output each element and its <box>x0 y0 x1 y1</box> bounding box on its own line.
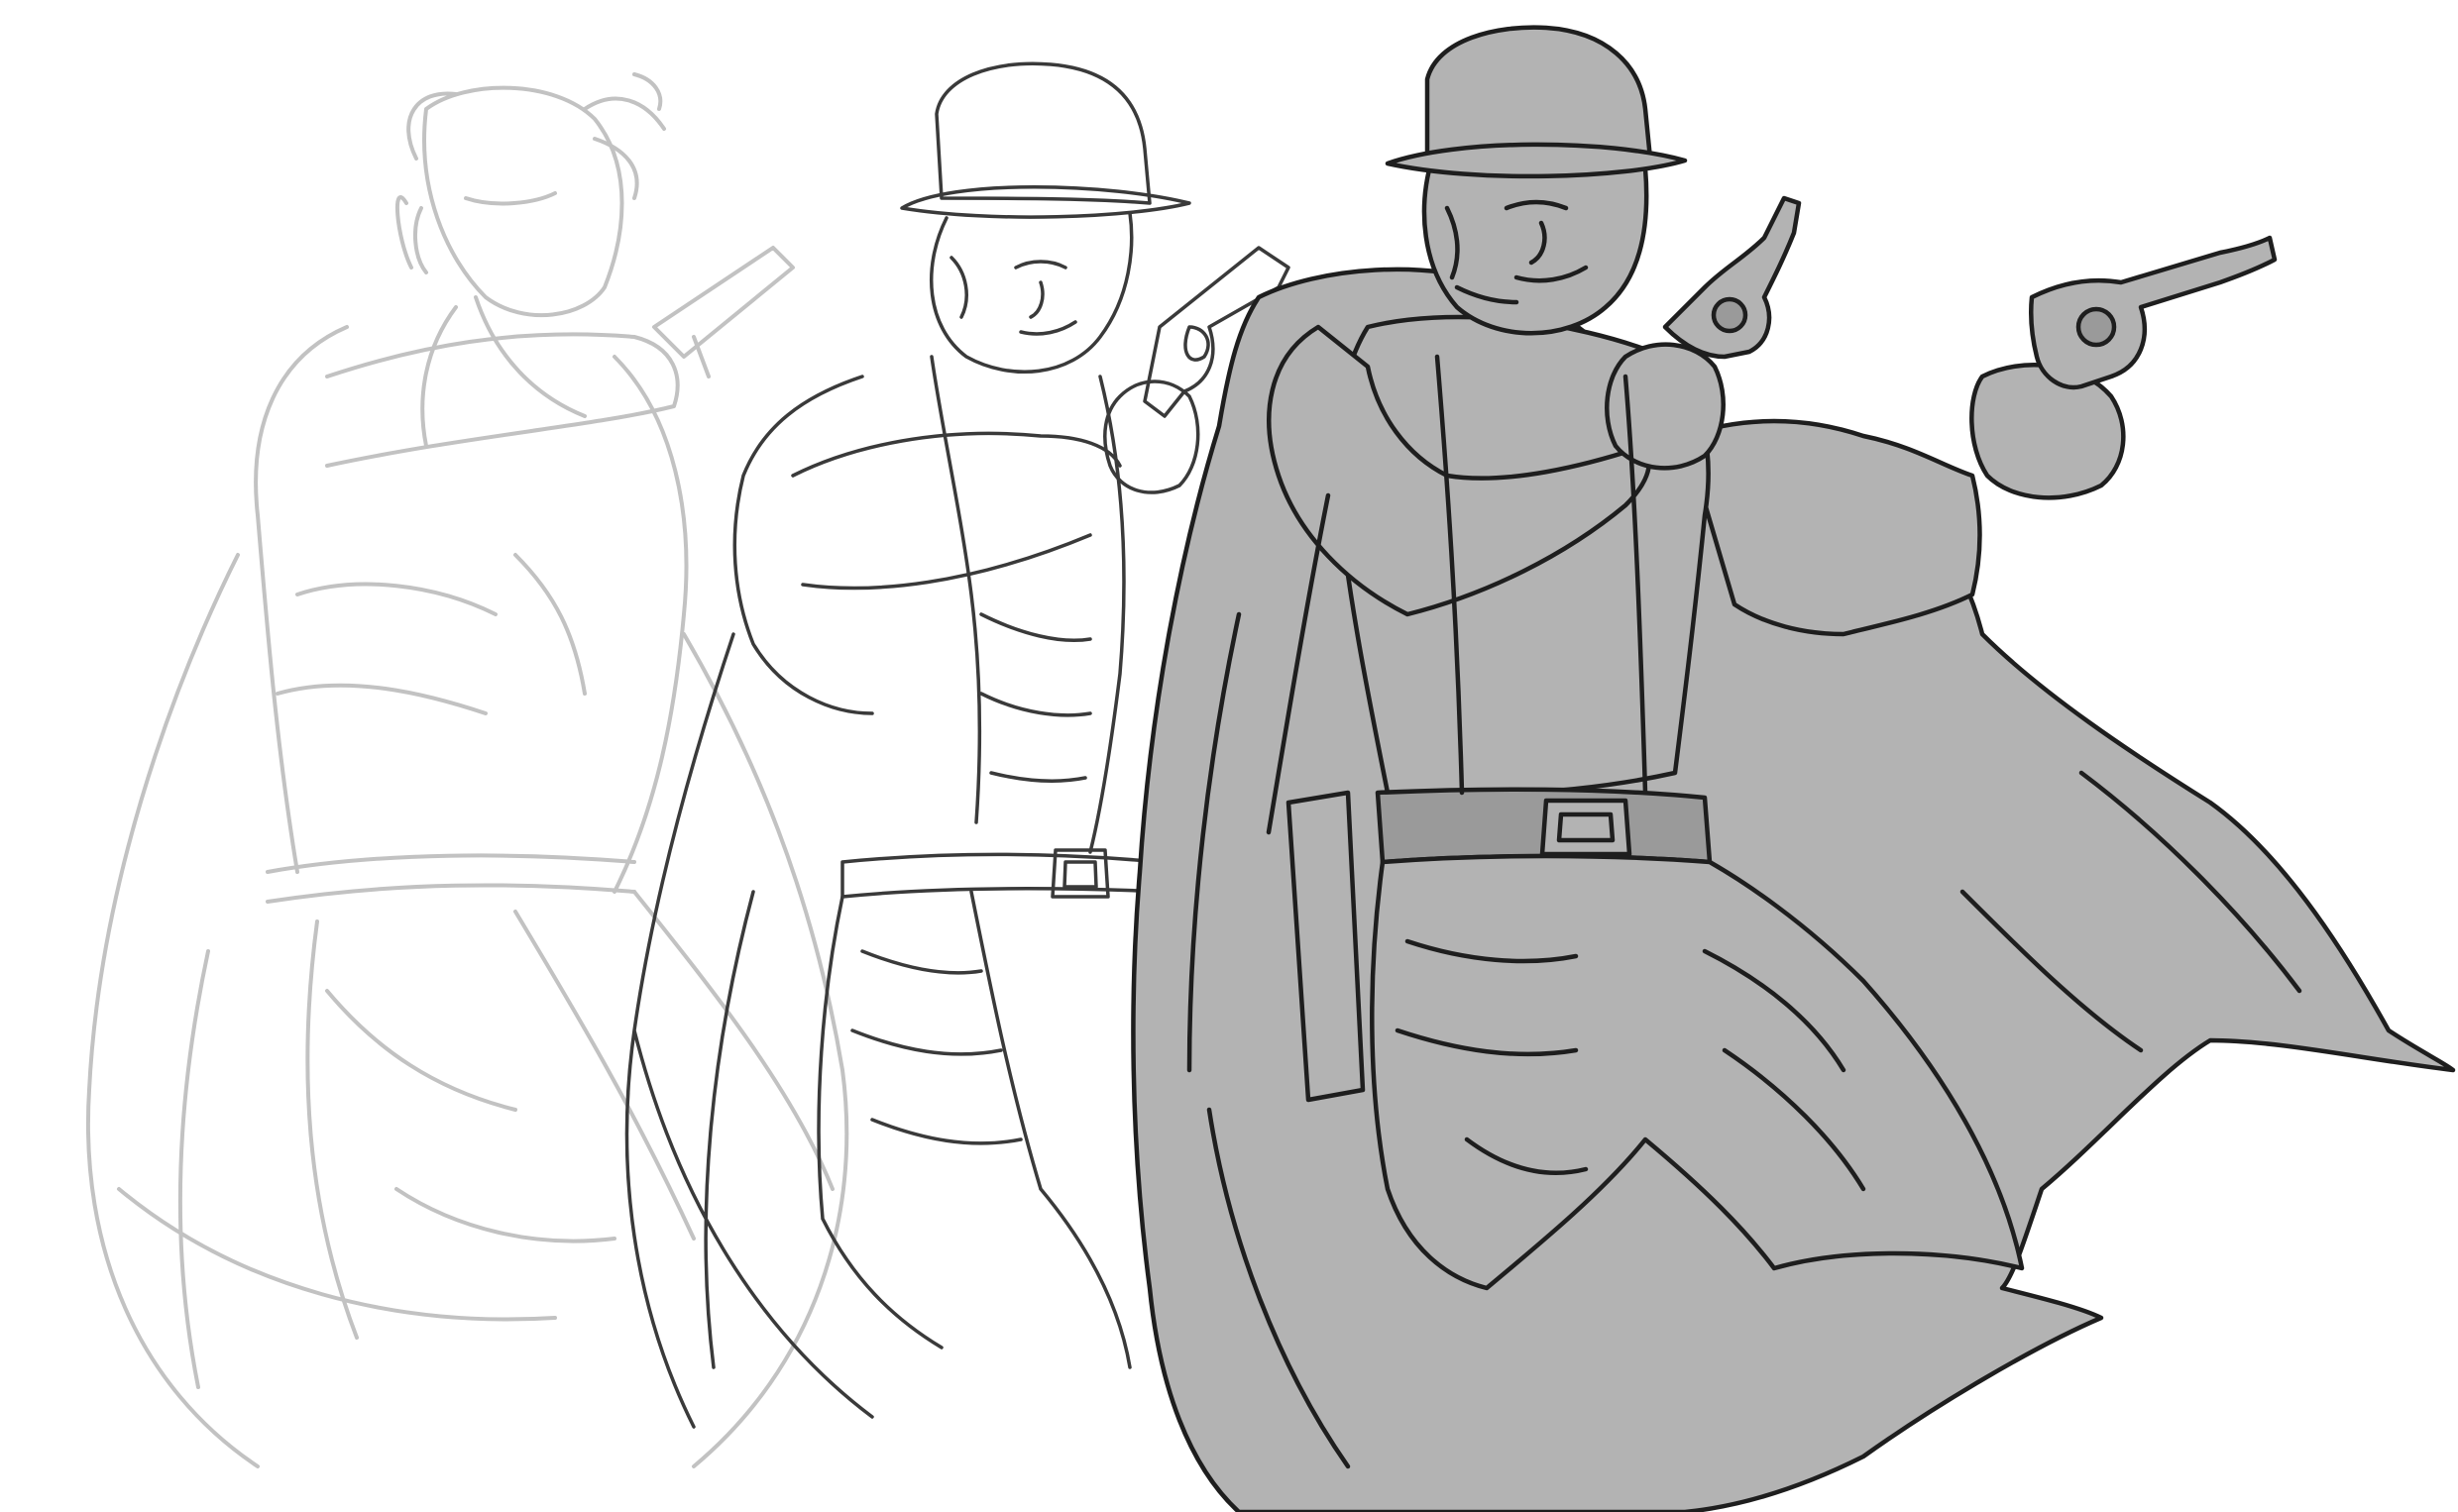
ink-left-revolver-cylinder <box>1711 296 1748 334</box>
ink-left-hand <box>1605 342 1726 471</box>
ink-belt-buckle <box>1539 798 1632 857</box>
ink-right-hand <box>1969 363 2126 500</box>
artwork-canvas <box>0 0 2458 1512</box>
ink-right-revolver-cylinder <box>2075 306 2117 348</box>
